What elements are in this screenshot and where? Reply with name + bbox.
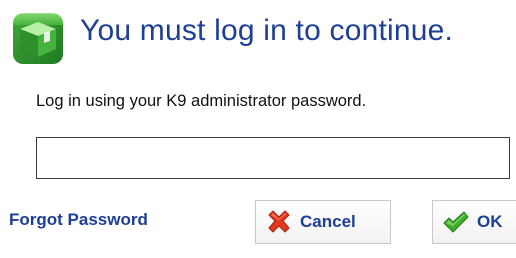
red-x-icon (264, 207, 294, 237)
instruction-text: Log in using your K9 administrator passw… (36, 92, 367, 110)
forgot-password-link[interactable]: Forgot Password (9, 210, 148, 230)
password-field[interactable] (36, 137, 510, 179)
cancel-button[interactable]: Cancel (255, 200, 391, 244)
ok-button-label: OK (477, 212, 503, 231)
green-check-icon (441, 207, 471, 237)
cancel-button-label: Cancel (300, 212, 356, 231)
ok-button[interactable]: OK (432, 200, 516, 244)
page-title: You must log in to continue. (80, 14, 454, 47)
login-dialog: You must log in to continue. Log in usin… (0, 0, 516, 258)
logo-icon (10, 11, 66, 67)
